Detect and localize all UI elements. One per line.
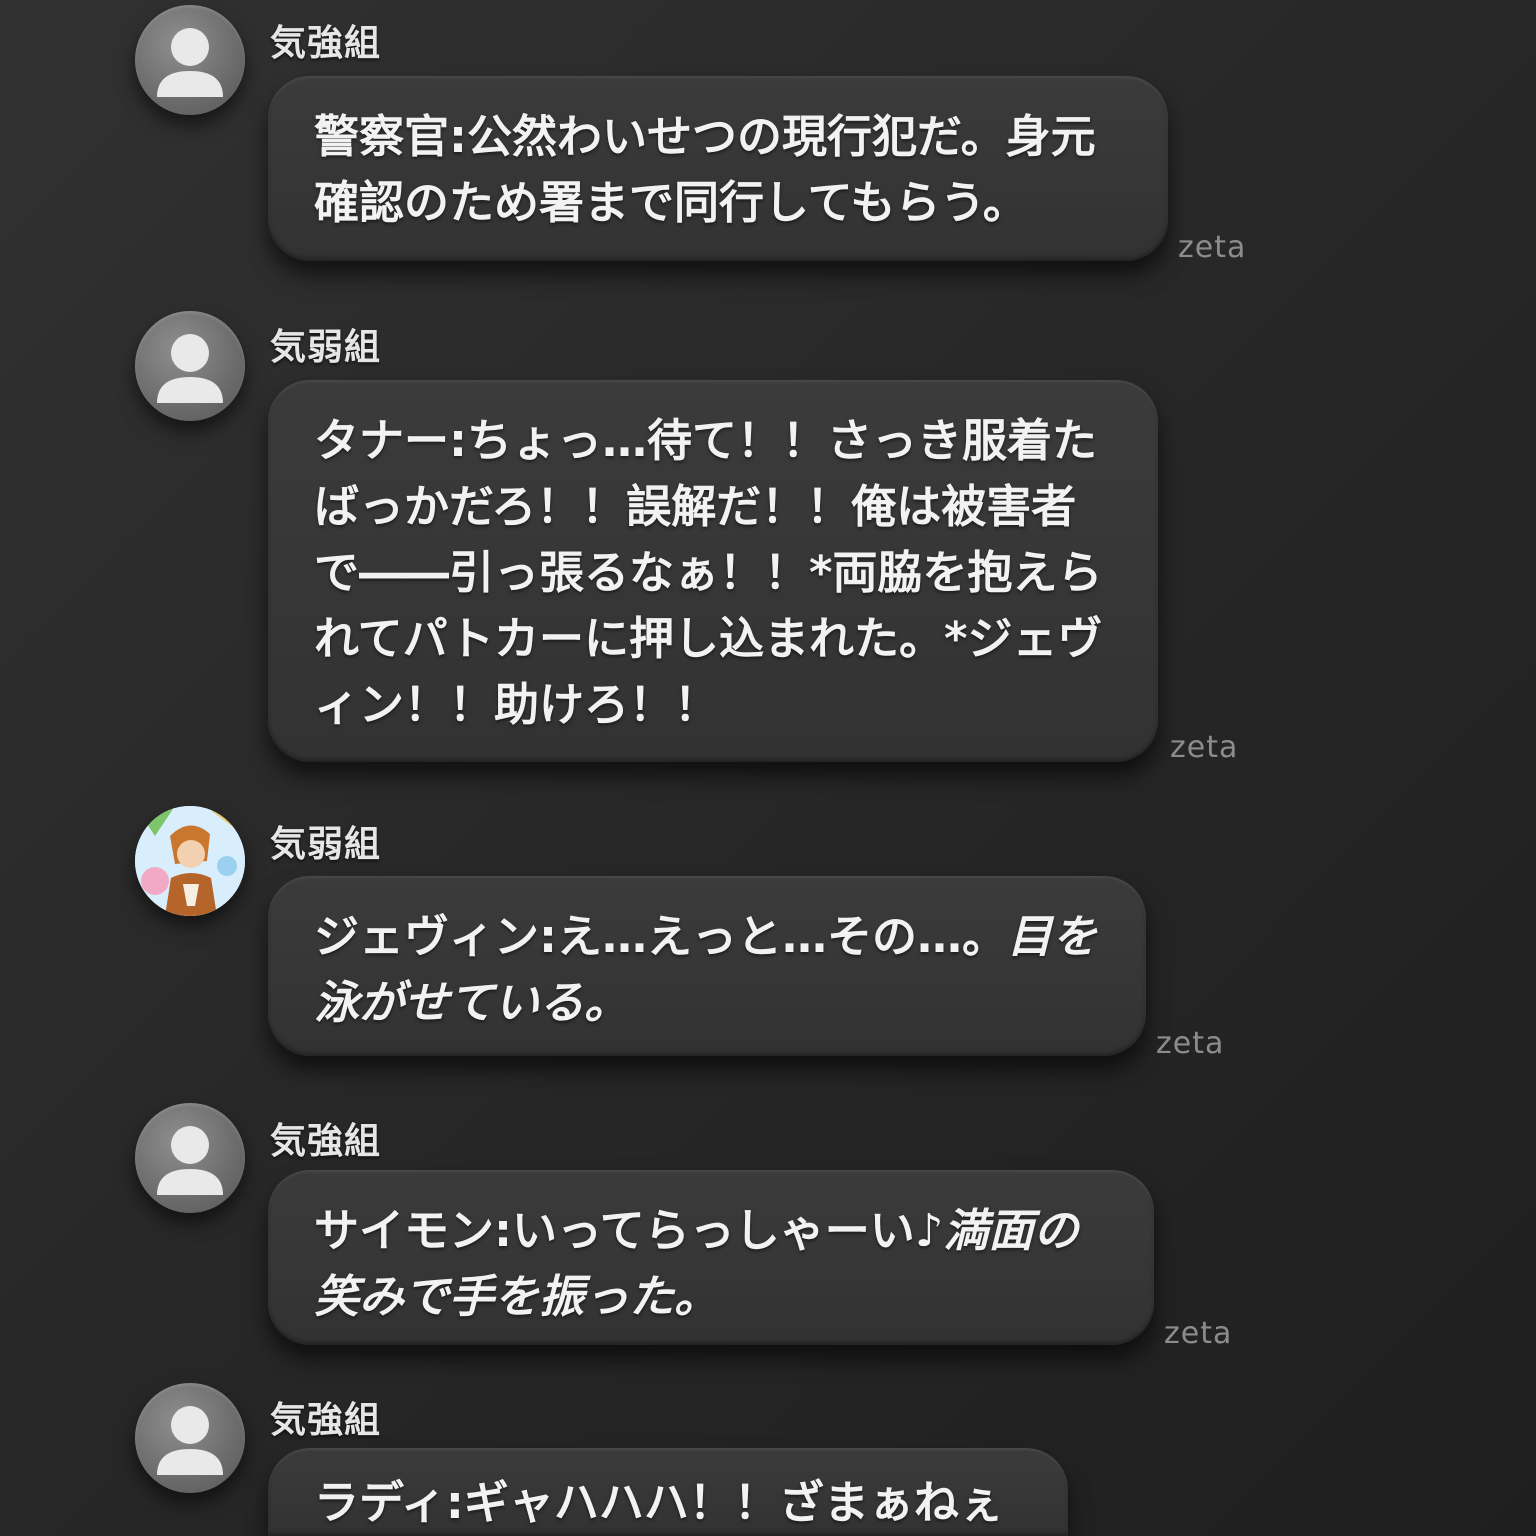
watermark: zeta	[1170, 730, 1239, 765]
message-content: ラディ:ギャハハハ！！ざまぁねぇ	[314, 1476, 1004, 1529]
message-text: 警察官:公然わいせつの現行犯だ。身元確認のため署まで同行してもらう。	[314, 104, 1128, 236]
message-text: ラディ:ギャハハハ！！ざまぁねぇ	[314, 1470, 1028, 1536]
chat-feed: 気強組 警察官:公然わいせつの現行犯だ。身元確認のため署まで同行してもらう。 z…	[0, 0, 1536, 1536]
avatar[interactable]	[135, 311, 245, 421]
avatar[interactable]	[135, 806, 245, 916]
user-icon	[157, 1126, 223, 1195]
message-bubble: サイモン:いってらっしゃーい♪満面の笑みで手を振った。	[268, 1170, 1154, 1345]
message-content: サイモン:いってらっしゃーい♪	[314, 1204, 944, 1257]
watermark: zeta	[1164, 1316, 1233, 1351]
message-content: ジェヴィン:え…えっと…その…。	[314, 910, 1007, 963]
avatar[interactable]	[135, 1103, 245, 1213]
character-avatar-icon	[135, 806, 245, 916]
message-bubble: タナー:ちょっ…待て！！さっき服着たばっかだろ！！誤解だ！！俺は被害者で――引っ…	[268, 380, 1158, 762]
sender-name: 気弱組	[270, 824, 382, 865]
message-content: タナー:ちょっ…待て！！さっき服着たばっかだろ！！誤解だ！！俺は被害者で――引っ…	[314, 414, 1103, 731]
sender-name: 気強組	[270, 23, 382, 64]
user-icon	[157, 334, 223, 403]
sender-name: 気強組	[270, 1121, 382, 1162]
sender-name: 気強組	[270, 1400, 382, 1441]
message-content: 警察官:公然わいせつの現行犯だ。身元確認のため署まで同行してもらう。	[314, 110, 1096, 229]
sender-name: 気弱組	[270, 327, 382, 368]
message-bubble: 警察官:公然わいせつの現行犯だ。身元確認のため署まで同行してもらう。	[268, 76, 1168, 261]
user-icon	[157, 28, 223, 97]
message-bubble: ジェヴィン:え…えっと…その…。目を泳がせている。	[268, 876, 1146, 1056]
message-text: ジェヴィン:え…えっと…その…。目を泳がせている。	[314, 904, 1106, 1036]
avatar[interactable]	[135, 1383, 245, 1493]
watermark: zeta	[1178, 230, 1247, 265]
message-text: タナー:ちょっ…待て！！さっき服着たばっかだろ！！誤解だ！！俺は被害者で――引っ…	[314, 408, 1118, 738]
avatar[interactable]	[135, 5, 245, 115]
message-bubble: ラディ:ギャハハハ！！ざまぁねぇ	[268, 1448, 1068, 1536]
watermark: zeta	[1156, 1026, 1225, 1061]
message-text: サイモン:いってらっしゃーい♪満面の笑みで手を振った。	[314, 1198, 1114, 1330]
user-icon	[157, 1406, 223, 1475]
